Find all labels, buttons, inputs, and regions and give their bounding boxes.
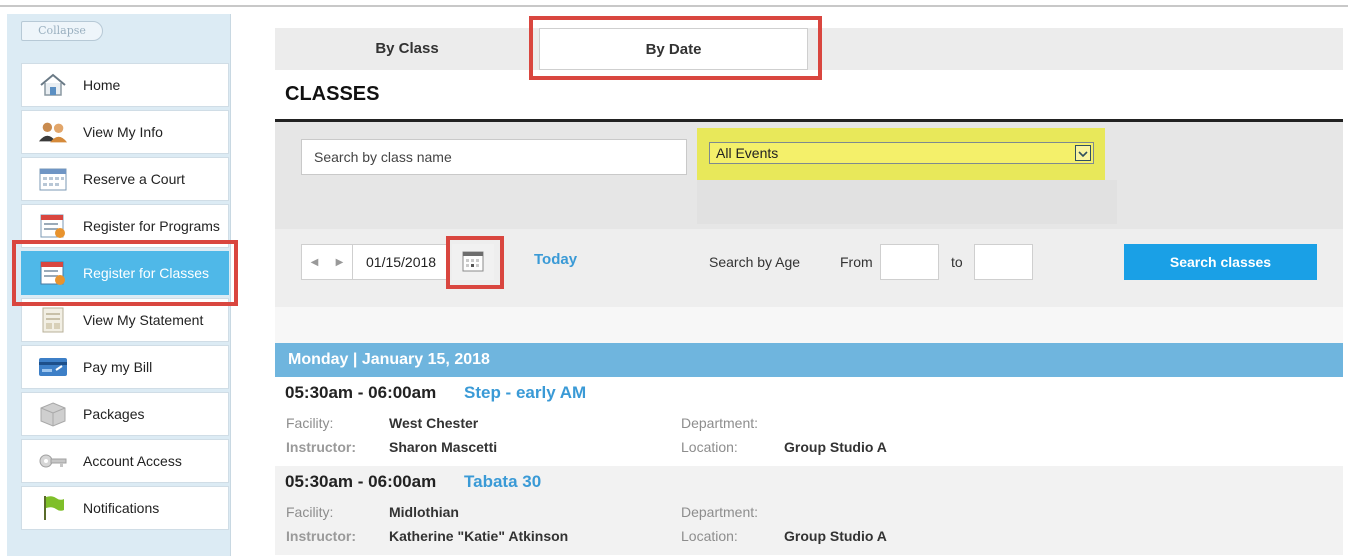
view-tabs: By Class By Date bbox=[275, 28, 1343, 70]
calendar-picker-button[interactable] bbox=[452, 244, 494, 280]
instructor-label: Instructor: bbox=[286, 528, 356, 544]
events-select[interactable]: All Events bbox=[709, 142, 1094, 164]
age-to-input[interactable] bbox=[974, 244, 1033, 280]
department-label: Department: bbox=[681, 504, 759, 520]
location-value: Group Studio A bbox=[784, 439, 887, 455]
sidebar-item-label: Packages bbox=[83, 406, 145, 422]
prev-date-icon[interactable]: ◀ bbox=[311, 257, 319, 268]
sidebar: Collapse Home View My Info Reserve a Cou… bbox=[7, 14, 231, 556]
sidebar-item-label: Reserve a Court bbox=[83, 171, 185, 187]
sidebar-item-home[interactable]: Home bbox=[21, 63, 229, 107]
class-name-link[interactable]: Step - early AM bbox=[464, 383, 586, 403]
home-icon bbox=[38, 71, 68, 99]
users-icon bbox=[38, 118, 68, 146]
results-spacer bbox=[275, 307, 1343, 343]
sidebar-item-label: Account Access bbox=[83, 453, 182, 469]
class-row: 05:30am - 06:00am Step - early AM Facili… bbox=[275, 377, 1343, 466]
flag-icon bbox=[38, 494, 68, 522]
package-icon bbox=[38, 400, 68, 428]
title-bar: CLASSES bbox=[275, 70, 1343, 122]
facility-label: Facility: bbox=[286, 415, 334, 431]
age-from-label: From bbox=[840, 254, 873, 270]
sidebar-item-label: Home bbox=[83, 77, 121, 93]
events-filter-highlight: All Events bbox=[697, 128, 1105, 180]
today-link[interactable]: Today bbox=[534, 251, 577, 268]
credit-card-icon bbox=[38, 353, 68, 381]
sidebar-item-register-for-classes[interactable]: Register for Classes bbox=[21, 251, 229, 295]
sidebar-item-label: View My Info bbox=[83, 124, 163, 140]
age-to-label: to bbox=[951, 254, 963, 270]
main-content: By Class By Date CLASSES All Events ◀ ▶ … bbox=[275, 28, 1343, 555]
filters-spacer bbox=[697, 180, 1117, 224]
page-title: CLASSES bbox=[285, 83, 380, 105]
location-label: Location: bbox=[681, 439, 738, 455]
sidebar-item-reserve-a-court[interactable]: Reserve a Court bbox=[21, 157, 229, 201]
facility-value: West Chester bbox=[389, 415, 479, 431]
sidebar-item-notifications[interactable]: Notifications bbox=[21, 486, 229, 530]
sidebar-item-label: Notifications bbox=[83, 500, 160, 516]
sidebar-item-view-my-statement[interactable]: View My Statement bbox=[21, 298, 229, 342]
register-classes-icon bbox=[38, 259, 68, 287]
calendar-icon bbox=[38, 165, 68, 193]
instructor-value: Sharon Mascetti bbox=[389, 439, 498, 455]
department-label: Department: bbox=[681, 415, 759, 431]
sidebar-item-packages[interactable]: Packages bbox=[21, 392, 229, 436]
class-row: 05:30am - 06:00am Tabata 30 Facility: Mi… bbox=[275, 466, 1343, 555]
sidebar-item-register-for-programs[interactable]: Register for Programs bbox=[21, 204, 229, 248]
statement-icon bbox=[38, 306, 68, 334]
class-name-link[interactable]: Tabata 30 bbox=[464, 472, 541, 492]
class-name-search-input[interactable] bbox=[301, 139, 687, 175]
register-programs-icon bbox=[38, 212, 68, 240]
tab-by-class[interactable]: By Class bbox=[275, 28, 539, 70]
events-selected-value: All Events bbox=[716, 145, 779, 161]
key-icon bbox=[38, 447, 68, 475]
age-from-input[interactable] bbox=[880, 244, 939, 280]
facility-label: Facility: bbox=[286, 504, 334, 520]
date-bar: ◀ ▶ 01/15/2018 Today Search by Age From … bbox=[275, 229, 1343, 307]
date-input[interactable]: 01/15/2018 bbox=[352, 244, 448, 280]
filters-panel: All Events bbox=[275, 122, 1343, 229]
sidebar-item-pay-my-bill[interactable]: Pay my Bill bbox=[21, 345, 229, 389]
next-date-icon[interactable]: ▶ bbox=[336, 257, 344, 268]
location-value: Group Studio A bbox=[784, 528, 887, 544]
sidebar-item-label: Register for Classes bbox=[83, 265, 210, 281]
top-divider bbox=[0, 5, 1348, 7]
sidebar-item-account-access[interactable]: Account Access bbox=[21, 439, 229, 483]
day-header: Monday | January 15, 2018 bbox=[275, 343, 1343, 377]
search-classes-button[interactable]: Search classes bbox=[1124, 244, 1317, 280]
collapse-button[interactable]: Collapse bbox=[21, 21, 103, 41]
sidebar-item-label: View My Statement bbox=[83, 312, 204, 328]
location-label: Location: bbox=[681, 528, 738, 544]
sidebar-item-label: Register for Programs bbox=[83, 218, 220, 234]
age-search-label: Search by Age bbox=[709, 254, 801, 270]
class-time: 05:30am - 06:00am bbox=[285, 383, 437, 402]
calendar-icon bbox=[462, 250, 484, 275]
chevron-down-icon[interactable] bbox=[1075, 145, 1091, 161]
sidebar-item-view-my-info[interactable]: View My Info bbox=[21, 110, 229, 154]
date-nav: ◀ ▶ bbox=[301, 244, 353, 280]
facility-value: Midlothian bbox=[389, 504, 459, 520]
tab-by-date[interactable]: By Date bbox=[539, 28, 808, 70]
instructor-value: Katherine "Katie" Atkinson bbox=[389, 528, 569, 544]
sidebar-item-label: Pay my Bill bbox=[83, 359, 153, 375]
class-time: 05:30am - 06:00am bbox=[285, 472, 437, 491]
instructor-label: Instructor: bbox=[286, 439, 356, 455]
sidebar-menu: Home View My Info Reserve a Court Regist… bbox=[21, 63, 229, 533]
